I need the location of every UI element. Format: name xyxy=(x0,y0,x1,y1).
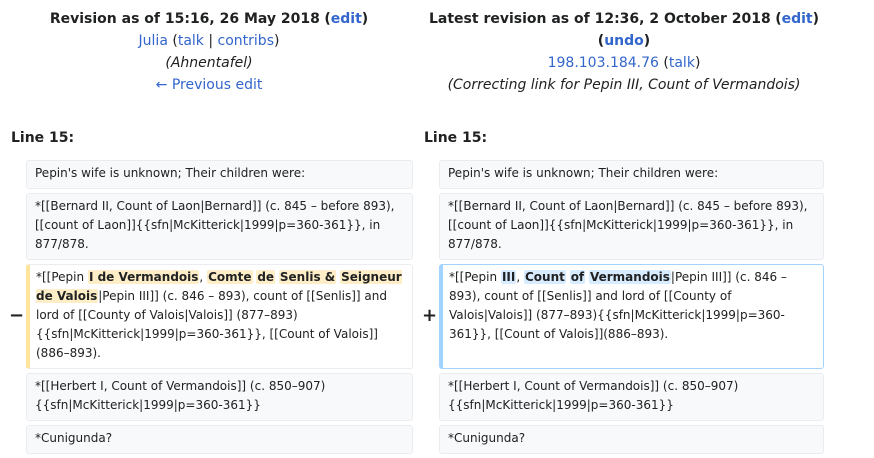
paren-close: ) xyxy=(643,33,651,49)
new-revision-title-link[interactable]: Latest revision as of 12:36, 2 October 2… xyxy=(429,11,771,27)
old-revision-title-row: Revision as of 15:16, 26 May 2018 (edit) xyxy=(0,8,418,30)
paren-close: ) xyxy=(361,11,369,27)
old-talk-link[interactable]: talk xyxy=(178,33,204,49)
old-context-line: Pepin's wife is unknown; Their children … xyxy=(26,160,413,189)
deleted-text: , xyxy=(199,270,208,284)
old-revision-title-link[interactable]: Revision as of 15:16, 26 May 2018 xyxy=(50,11,320,27)
old-line-number: Line 15: xyxy=(11,130,75,146)
new-line-number: Line 15: xyxy=(424,130,488,146)
old-edit-summary: (Ahnentafel) xyxy=(165,55,253,71)
old-context-line: *[[Bernard II, Count of Laon|Bernard]] (… xyxy=(26,193,413,260)
new-edit-link[interactable]: edit xyxy=(782,11,813,27)
old-user-link[interactable]: Julia xyxy=(139,33,168,49)
new-context-line: *[[Herbert I, Count of Vermandois]] (c. … xyxy=(439,373,824,421)
old-context-line: *[[Herbert I, Count of Vermandois]] (c. … xyxy=(26,373,413,421)
deleted-line: *[[Pepin I de Vermandois, Comte de Senli… xyxy=(26,264,413,369)
added-highlight: of xyxy=(569,270,586,284)
deleted-line-marker: − xyxy=(9,305,25,326)
diff-page: { "left_header": { "title": "Revision as… xyxy=(0,0,874,458)
deleted-highlight: Senlis & xyxy=(278,270,337,284)
deleted-highlight: I de Vermandois xyxy=(87,270,200,284)
new-context-line: Pepin's wife is unknown; Their children … xyxy=(439,160,824,189)
undo-link[interactable]: undo xyxy=(604,33,644,49)
new-revision-header: Latest revision as of 12:36, 2 October 2… xyxy=(412,8,836,96)
added-text: *[[Pepin xyxy=(449,270,501,284)
old-contribs-link[interactable]: contribs xyxy=(218,33,274,49)
added-highlight: Vermandois xyxy=(588,270,671,284)
paren-close: ) xyxy=(273,33,280,49)
previous-edit-link[interactable]: ← Previous edit xyxy=(156,77,263,93)
added-highlight: Count xyxy=(523,270,566,284)
paren-close: ) xyxy=(694,55,701,71)
added-text: , xyxy=(516,270,524,284)
new-context-line: *[[Bernard II, Count of Laon|Bernard]] (… xyxy=(439,193,824,260)
old-context-line: *Cunigunda? xyxy=(26,425,413,454)
new-revision-title-row: Latest revision as of 12:36, 2 October 2… xyxy=(412,8,836,30)
new-edit-summary: (Correcting link for Pepin III, Count of… xyxy=(447,77,801,93)
new-user-link[interactable]: 198.103.184.76 xyxy=(548,55,659,71)
deleted-highlight: de xyxy=(256,270,276,284)
undo-row: (undo) xyxy=(412,30,836,52)
added-highlight: III xyxy=(500,270,517,284)
new-context-line: *Cunigunda? xyxy=(439,425,824,454)
added-line: *[[Pepin III, Count of Vermandois|Pepin … xyxy=(439,264,824,369)
paren-close: ) xyxy=(812,11,820,27)
deleted-highlight: Comte xyxy=(207,270,253,284)
added-line-marker: + xyxy=(422,305,438,326)
deleted-text: *[[Pepin xyxy=(36,270,88,284)
new-user-row: 198.103.184.76 (talk) xyxy=(412,52,836,74)
old-edit-link[interactable]: edit xyxy=(331,11,362,27)
old-revision-header: Revision as of 15:16, 26 May 2018 (edit)… xyxy=(0,8,418,96)
old-user-row: Julia (talk | contribs) xyxy=(0,30,418,52)
separator: | xyxy=(203,33,218,49)
new-talk-link[interactable]: talk xyxy=(669,55,695,71)
